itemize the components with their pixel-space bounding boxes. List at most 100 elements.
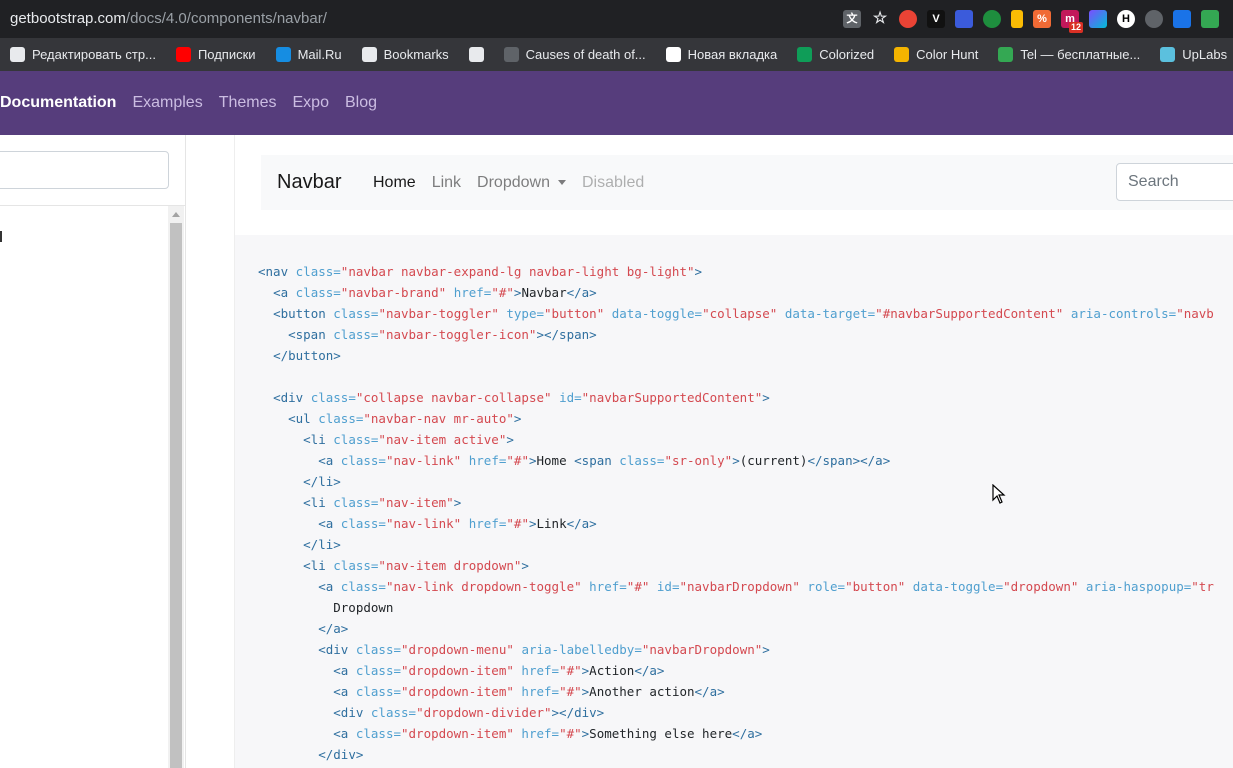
code-line: <nav class="navbar navbar-expand-lg navb… <box>258 261 1214 282</box>
code-line: <div class="collapse navbar-collapse" id… <box>258 387 1214 408</box>
example-nav-link-label: Dropdown <box>477 173 550 191</box>
extension-h-icon[interactable]: H <box>1117 10 1135 28</box>
bookmark-item[interactable]: Новая вкладка <box>656 38 788 71</box>
bookmark-item[interactable]: Colorized <box>787 38 884 71</box>
sidebar-search-input[interactable] <box>0 151 169 189</box>
site-nav-link[interactable]: Themes <box>211 94 285 112</box>
code-token: ></div> <box>551 705 605 720</box>
bookmark-item[interactable]: Tel — бесплатные... <box>988 38 1150 71</box>
extension-orange-icon[interactable]: % <box>1033 10 1051 28</box>
code-token: type= <box>506 306 545 321</box>
code-token: "navbarDropdown" <box>679 579 808 594</box>
example-search-input[interactable]: Search <box>1116 163 1233 201</box>
uplabs-icon <box>1160 47 1176 62</box>
code-token: </span></a> <box>807 453 891 468</box>
code-token: class= <box>333 495 379 510</box>
docs-sidebar <box>0 135 186 768</box>
bookmark-item[interactable]: Causes of death of... <box>494 38 656 71</box>
example-nav-link[interactable]: Dropdown <box>469 174 574 192</box>
code-token: "navbar-toggler-icon" <box>378 327 537 342</box>
extension-yellow-icon[interactable] <box>1011 10 1023 28</box>
code-token: aria-haspopup= <box>1085 579 1192 594</box>
code-token: class= <box>295 285 341 300</box>
code-token: "nav-link" <box>385 453 469 468</box>
bookmark-item[interactable]: Bookmarks <box>352 38 459 71</box>
site-nav-link[interactable]: Blog <box>337 94 385 112</box>
code-token: "navbar-brand" <box>340 285 454 300</box>
code-token: "collapse navbar-collapse" <box>355 390 560 405</box>
bookmark-star-icon[interactable]: ☆ <box>871 10 889 28</box>
code-token: class= <box>340 516 386 531</box>
extension-green-icon[interactable] <box>1201 10 1219 28</box>
site-nav-link[interactable]: Examples <box>124 94 210 112</box>
globe-icon <box>10 47 25 62</box>
code-token: <li <box>303 495 334 510</box>
code-token: </a> <box>694 684 725 699</box>
navbar-example: Navbar Home Link Dropdown Disabled Search <box>261 155 1233 210</box>
bookmark-item[interactable] <box>459 38 494 71</box>
url-host: getbootstrap.com <box>10 10 126 27</box>
code-line: <ul class="navbar-nav mr-auto"> <box>258 408 1214 429</box>
url-text[interactable]: getbootstrap.com/docs/4.0/components/nav… <box>0 0 327 38</box>
code-token: </a> <box>318 621 349 636</box>
code-token: Action <box>589 663 635 678</box>
bookmarks-bar: Редактировать стр... Подписки Mail.Ru Bookm… <box>0 38 1233 71</box>
address-bar[interactable]: getbootstrap.com/docs/4.0/components/nav… <box>0 0 1233 38</box>
bookmark-item[interactable]: UpLabs <box>1150 38 1233 71</box>
code-line: <a class="dropdown-item" href="#">Action… <box>258 660 1214 681</box>
code-token: "#" <box>626 579 657 594</box>
extension-badge-icon[interactable]: m <box>1061 10 1083 33</box>
code-token: "#" <box>559 726 582 741</box>
example-nav-link-label: Link <box>431 173 462 191</box>
code-token: aria-controls= <box>1070 306 1177 321</box>
site-nav-link[interactable]: Documentation <box>0 94 124 112</box>
site-nav-link[interactable]: Expo <box>285 94 337 112</box>
docs-content: Navbar Home Link Dropdown Disabled Search <… <box>234 135 1233 768</box>
code-token: href= <box>521 684 560 699</box>
code-token: href= <box>453 285 492 300</box>
sidebar-scrollbar-thumb[interactable] <box>170 223 182 768</box>
code-token: </a> <box>732 726 763 741</box>
example-nav-link[interactable]: Home <box>365 174 424 192</box>
code-token: "dropdown-item" <box>401 726 522 741</box>
code-line: <button class="navbar-toggler" type="but… <box>258 303 1214 324</box>
code-token: href= <box>468 453 507 468</box>
translate-icon[interactable]: 文 <box>843 10 861 28</box>
extension-blue-icon[interactable] <box>955 10 973 28</box>
bookmark-item[interactable]: Подписки <box>166 38 266 71</box>
bookmark-item[interactable]: Mail.Ru <box>266 38 352 71</box>
extension-v-icon[interactable]: V <box>927 10 945 28</box>
code-token: > <box>762 390 770 405</box>
extension-plane-icon[interactable] <box>1173 10 1191 28</box>
code-token: "navb <box>1176 306 1214 321</box>
bookmark-item[interactable]: Color Hunt <box>884 38 988 71</box>
scroll-up-arrow-icon[interactable] <box>172 212 180 217</box>
code-token: <div <box>318 642 356 657</box>
code-token: <span <box>574 453 620 468</box>
extensions-toolbar: 文 ☆ V % m H <box>843 8 1233 33</box>
code-token: href= <box>521 663 560 678</box>
code-line: </a> <box>258 618 1214 639</box>
colorhunt-icon <box>894 47 910 62</box>
bookmark-item[interactable]: Редактировать стр... <box>0 38 166 71</box>
code-token: "nav-item dropdown" <box>378 558 522 573</box>
code-token: class= <box>370 705 417 720</box>
bookmark-label: Tel — бесплатные... <box>1020 47 1141 62</box>
code-token: > <box>694 264 703 279</box>
example-navbar-brand[interactable]: Navbar <box>277 171 341 194</box>
extension-gradient-icon[interactable] <box>1089 10 1107 28</box>
code-token: Navbar <box>521 285 567 300</box>
example-nav-link[interactable]: Link <box>424 174 469 192</box>
code-token: "#" <box>559 663 582 678</box>
extension-green-circle-icon[interactable] <box>983 10 1001 28</box>
extension-gray-icon[interactable] <box>1145 10 1163 28</box>
code-token: > <box>762 642 770 657</box>
code-token: </a> <box>634 663 665 678</box>
extension-red-icon[interactable] <box>899 10 917 28</box>
